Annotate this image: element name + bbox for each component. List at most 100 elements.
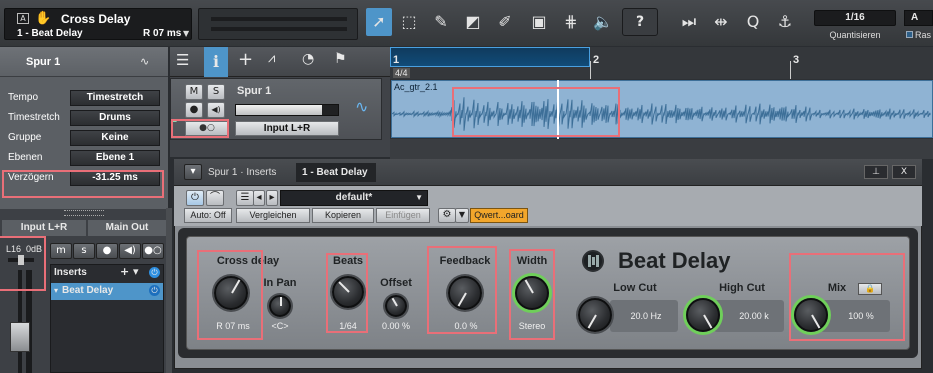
automation-lane-icon[interactable]: ⌐ [170,118,180,138]
channel-input[interactable]: Input L+R [2,220,86,236]
channel-output[interactable]: Main Out [88,220,166,236]
inspector-row-value[interactable]: Keine [70,130,160,146]
mute-button[interactable]: m [50,243,72,259]
cross-delay-label: Cross delay [216,255,280,267]
inspector-row-label: Verzögern [8,172,54,183]
split-tool-icon[interactable]: ✎ [428,8,454,36]
track-solo-button[interactable]: S [207,84,225,100]
high-cut-value: 20.00 k [739,311,769,321]
inspector-row-value[interactable]: Ebene 1 [70,150,160,166]
input-monitor-button[interactable]: ●○ [142,243,164,259]
paint-tool-icon[interactable]: ✐ [492,8,518,36]
add-insert-icon[interactable]: + ▾ [120,265,139,278]
track-mute-button[interactable]: M [185,84,203,100]
inspector-row-label: Tempo [8,92,39,103]
inspector-track-name: Spur 1 [26,56,61,68]
resize-handle[interactable] [64,210,104,216]
mute-tool-icon[interactable]: ▣ [526,8,552,36]
record-button[interactable]: ● [96,243,118,259]
copy-button[interactable]: Kopieren [312,208,374,223]
dropdown-arrow-icon[interactable]: ▼ [183,29,189,38]
snap-grid-icon[interactable]: ⇹ [708,8,734,36]
add-track-icon[interactable]: + [238,49,253,70]
width-knob[interactable] [515,276,549,310]
offset-knob[interactable] [385,295,407,317]
track-record-button[interactable]: ● [185,102,203,118]
settings-gear-icon[interactable]: ⚙ [438,208,456,223]
settings-dropdown-icon[interactable]: ▼ [455,208,469,223]
beats-knob[interactable] [332,276,364,308]
quantize-icon[interactable]: Q [740,8,766,36]
width-value: Stereo [518,321,546,331]
track-header[interactable]: M S ● ◀) Spur 1 ∿ ●○ Input L+R [170,78,382,140]
in-pan-knob[interactable] [269,295,291,317]
power-icon[interactable]: ⏻ [149,267,160,278]
stamp-icon[interactable]: ⚓ [772,8,798,36]
quantize-value[interactable]: 1/16 [814,10,896,26]
mix-knob[interactable] [794,298,828,332]
inspector-row-value[interactable]: Timestretch [70,90,160,106]
low-cut-knob[interactable] [578,298,612,332]
track-title-display[interactable]: A ✋ Cross Delay 1 - Beat Delay R 07 ms ▼ [4,8,192,40]
beats-label: Beats [333,255,363,267]
input-monitor-toggle[interactable]: ●○ [185,121,229,136]
insert-power-icon[interactable]: ⏻ [149,285,160,296]
waveform-icon: ∿ [140,55,150,68]
snap-icon[interactable]: ⏭ [676,8,702,36]
pan-slider[interactable] [8,255,34,265]
plugin-menu-icon[interactable]: ▾ [184,164,202,180]
insert-item[interactable]: ▾ Beat Delay ⏻ [51,283,163,300]
track-volume-bar[interactable] [235,104,339,116]
listen-tool-icon[interactable]: 🔈 [590,8,616,36]
bend-tool-icon[interactable]: ⋕ [558,8,584,36]
timeline-ruler[interactable]: 1 2 3 4/4 [390,47,933,79]
cross-delay-knob[interactable] [214,276,248,310]
feedback-knob[interactable] [448,276,482,310]
track-title: Cross Delay [61,12,131,26]
info-icon[interactable]: i [204,47,228,77]
preset-select[interactable]: default* ▼ [280,190,428,206]
preset-list-icon[interactable]: ☰ [236,190,254,206]
width-label: Width [516,255,548,267]
volume-fader[interactable] [10,322,30,352]
timebase-value[interactable]: A [904,10,933,26]
monitor-button[interactable]: ◀) [119,243,141,259]
gain-value[interactable]: 0dB [26,244,42,254]
preset-next-icon[interactable]: ▸ [266,190,278,206]
solo-button[interactable]: s [73,243,95,259]
preset-prev-icon[interactable]: ◂ [253,190,265,206]
help-button[interactable]: ? [622,8,658,36]
waveform-path [392,96,931,132]
pan-value[interactable]: L16 [6,244,21,254]
plugin-bypass-icon[interactable]: ⌒ [206,190,224,206]
tempo-icon[interactable]: ◔ [302,51,314,67]
ruler-mark-1: 1 [393,54,400,66]
inspector-row-value[interactable]: -31.25 ms [70,170,160,186]
channel-buttons: m s ● ◀) ●○ [50,243,164,259]
inspector-row-value[interactable]: Drums [70,110,160,126]
high-cut-knob[interactable] [686,298,720,332]
plugin-breadcrumb[interactable]: Spur 1 · Inserts [208,167,276,178]
marker-icon[interactable]: ⚑ [334,51,347,67]
pin-icon[interactable]: ⊥ [864,165,888,179]
paste-button[interactable]: Einfügen [376,208,430,223]
automation-icon[interactable]: ⩘ [268,51,275,66]
keyboard-button[interactable]: Qwert...oard [470,208,528,223]
audio-clip[interactable]: Ac_gtr_2.1 [391,80,933,138]
scrollbar[interactable] [166,208,172,373]
list-icon[interactable]: ☰ [176,51,189,69]
plugin-tab[interactable]: 1 - Beat Delay [296,163,376,182]
plugin-power-icon[interactable]: ⏻ [186,190,204,206]
arrow-tool-icon[interactable]: ➚ [366,8,392,36]
inspector-row-label: Gruppe [8,132,42,143]
mix-lock-icon[interactable]: 🔒 [858,283,882,295]
delay-readout: R 07 ms [143,28,182,39]
range-tool-icon[interactable]: ⬚ [396,8,422,36]
automation-mode[interactable]: Auto: Off [184,208,232,223]
track-input-select[interactable]: Input L+R [235,121,339,136]
close-button[interactable]: X [892,165,916,179]
eraser-tool-icon[interactable]: ◩ [460,8,486,36]
compare-button[interactable]: Vergleichen [236,208,310,223]
track-monitor-button[interactable]: ◀) [207,102,225,118]
loop-range[interactable] [390,47,590,67]
